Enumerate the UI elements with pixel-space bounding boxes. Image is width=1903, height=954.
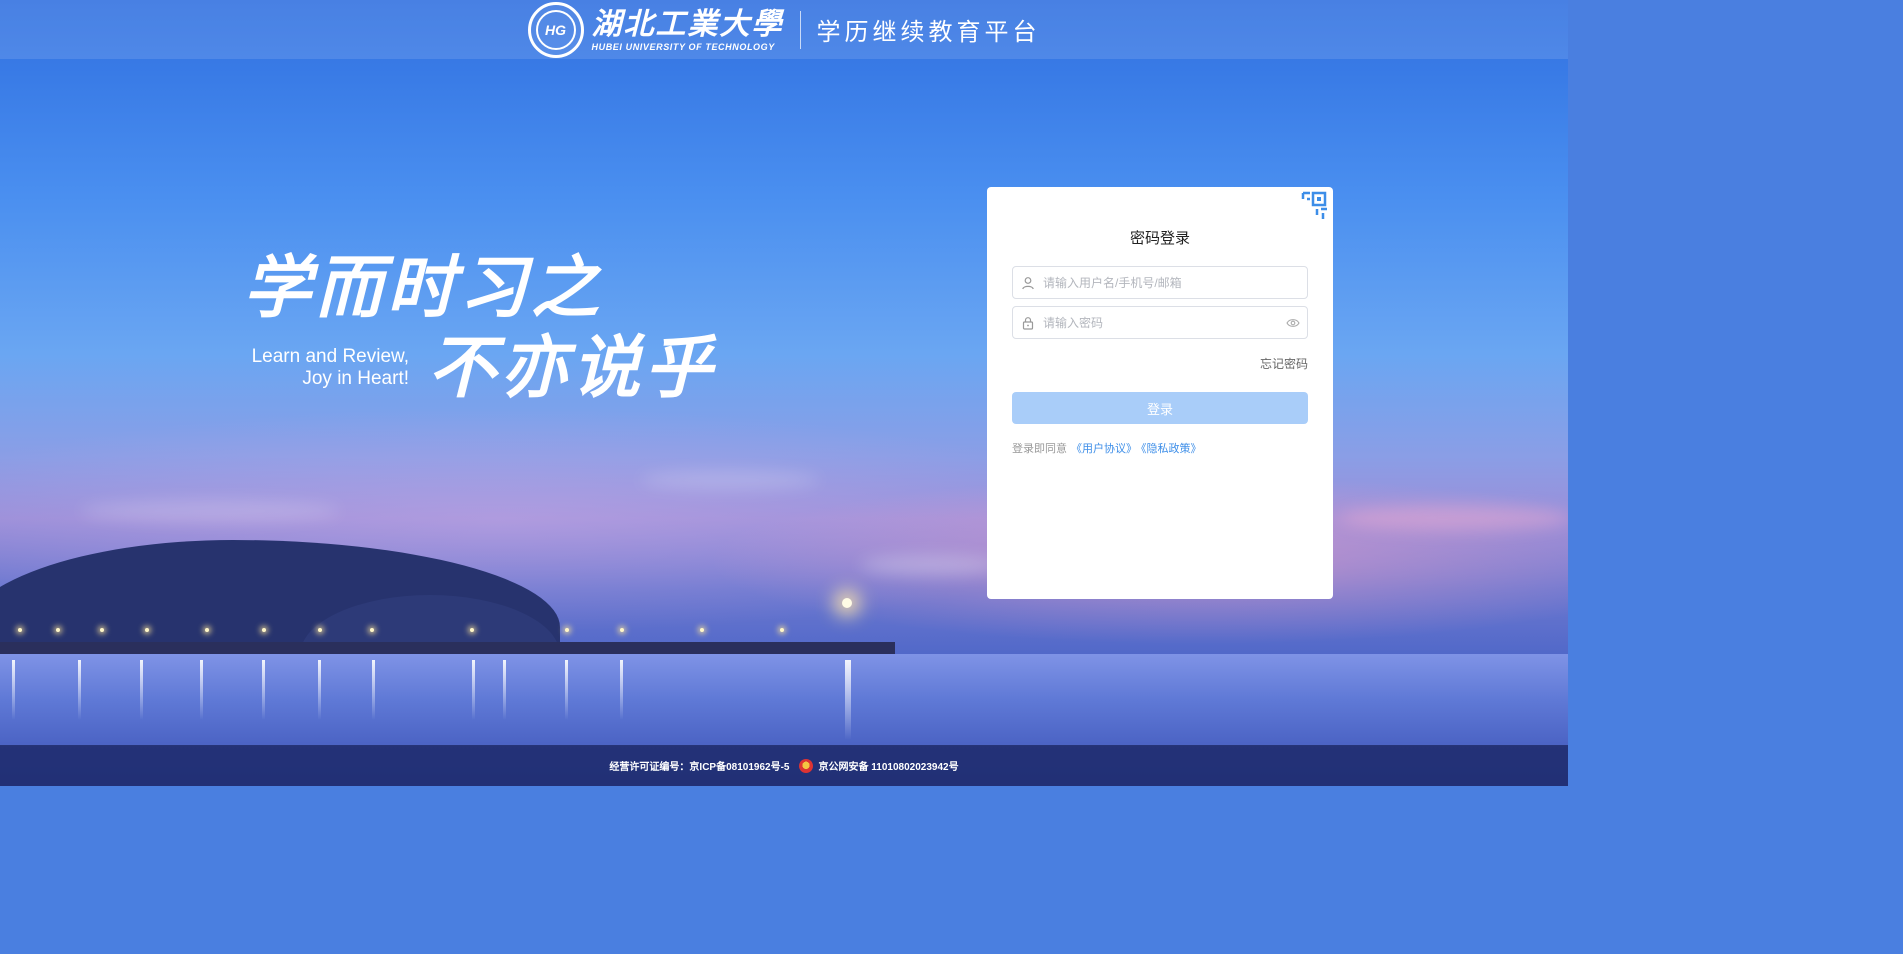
slogan-line1: 学而时习之 [243, 248, 604, 328]
privacy-policy-link[interactable]: 《隐私政策》 [1141, 443, 1202, 455]
university-name-cn: 湖北工業大學 [591, 6, 784, 42]
agree-prefix: 登录即同意 [1012, 443, 1067, 455]
slogan-english: Learn and Review, Joy in Heart! [243, 346, 409, 390]
police-record: 京公网安备 11010802023942号 [818, 762, 959, 773]
username-field[interactable] [1012, 266, 1308, 299]
login-card: 密码登录 忘记密码 登录 登录即同意《用户协议》《隐私政策》 [987, 187, 1333, 599]
slogan-line2: 不亦说乎 [428, 328, 717, 408]
password-input[interactable] [1043, 315, 1279, 330]
slogan-english-line1: Learn and Review, [251, 346, 409, 367]
forgot-password-link[interactable]: 忘记密码 [1260, 355, 1308, 372]
university-name-en: HUBEI UNIVERSITY OF TECHNOLOGY [591, 41, 775, 52]
icp-license: 经营许可证编号：京ICP备08101962号-5 [609, 762, 790, 773]
lock-icon [1013, 316, 1043, 330]
agreement-text: 登录即同意 《用户协议》 《隐私政策》 [1012, 440, 1202, 456]
top-header: HG 湖北工業大學 HUBEI UNIVERSITY OF TECHNOLOGY… [0, 0, 1568, 59]
header-divider [799, 10, 801, 49]
footer: 经营许可证编号：京ICP备08101962号-5 京公网安备 110108020… [0, 745, 1568, 786]
username-input[interactable] [1043, 275, 1307, 290]
login-title: 密码登录 [1129, 230, 1190, 247]
qr-code-icon[interactable] [1293, 187, 1333, 227]
user-icon [1013, 276, 1043, 290]
login-button[interactable]: 登录 [1012, 392, 1308, 424]
university-seal-icon: HG [527, 1, 584, 58]
police-badge-icon [799, 758, 814, 773]
slogan-english-line2: Joy in Heart! [302, 368, 409, 389]
password-field[interactable] [1012, 306, 1308, 339]
user-agreement-link[interactable]: 《用户协议》 [1071, 443, 1137, 455]
eye-icon[interactable] [1279, 318, 1307, 328]
platform-title: 学历继续教育平台 [816, 19, 1041, 46]
university-logo: HG 湖北工業大學 HUBEI UNIVERSITY OF TECHNOLOGY [527, 1, 784, 58]
